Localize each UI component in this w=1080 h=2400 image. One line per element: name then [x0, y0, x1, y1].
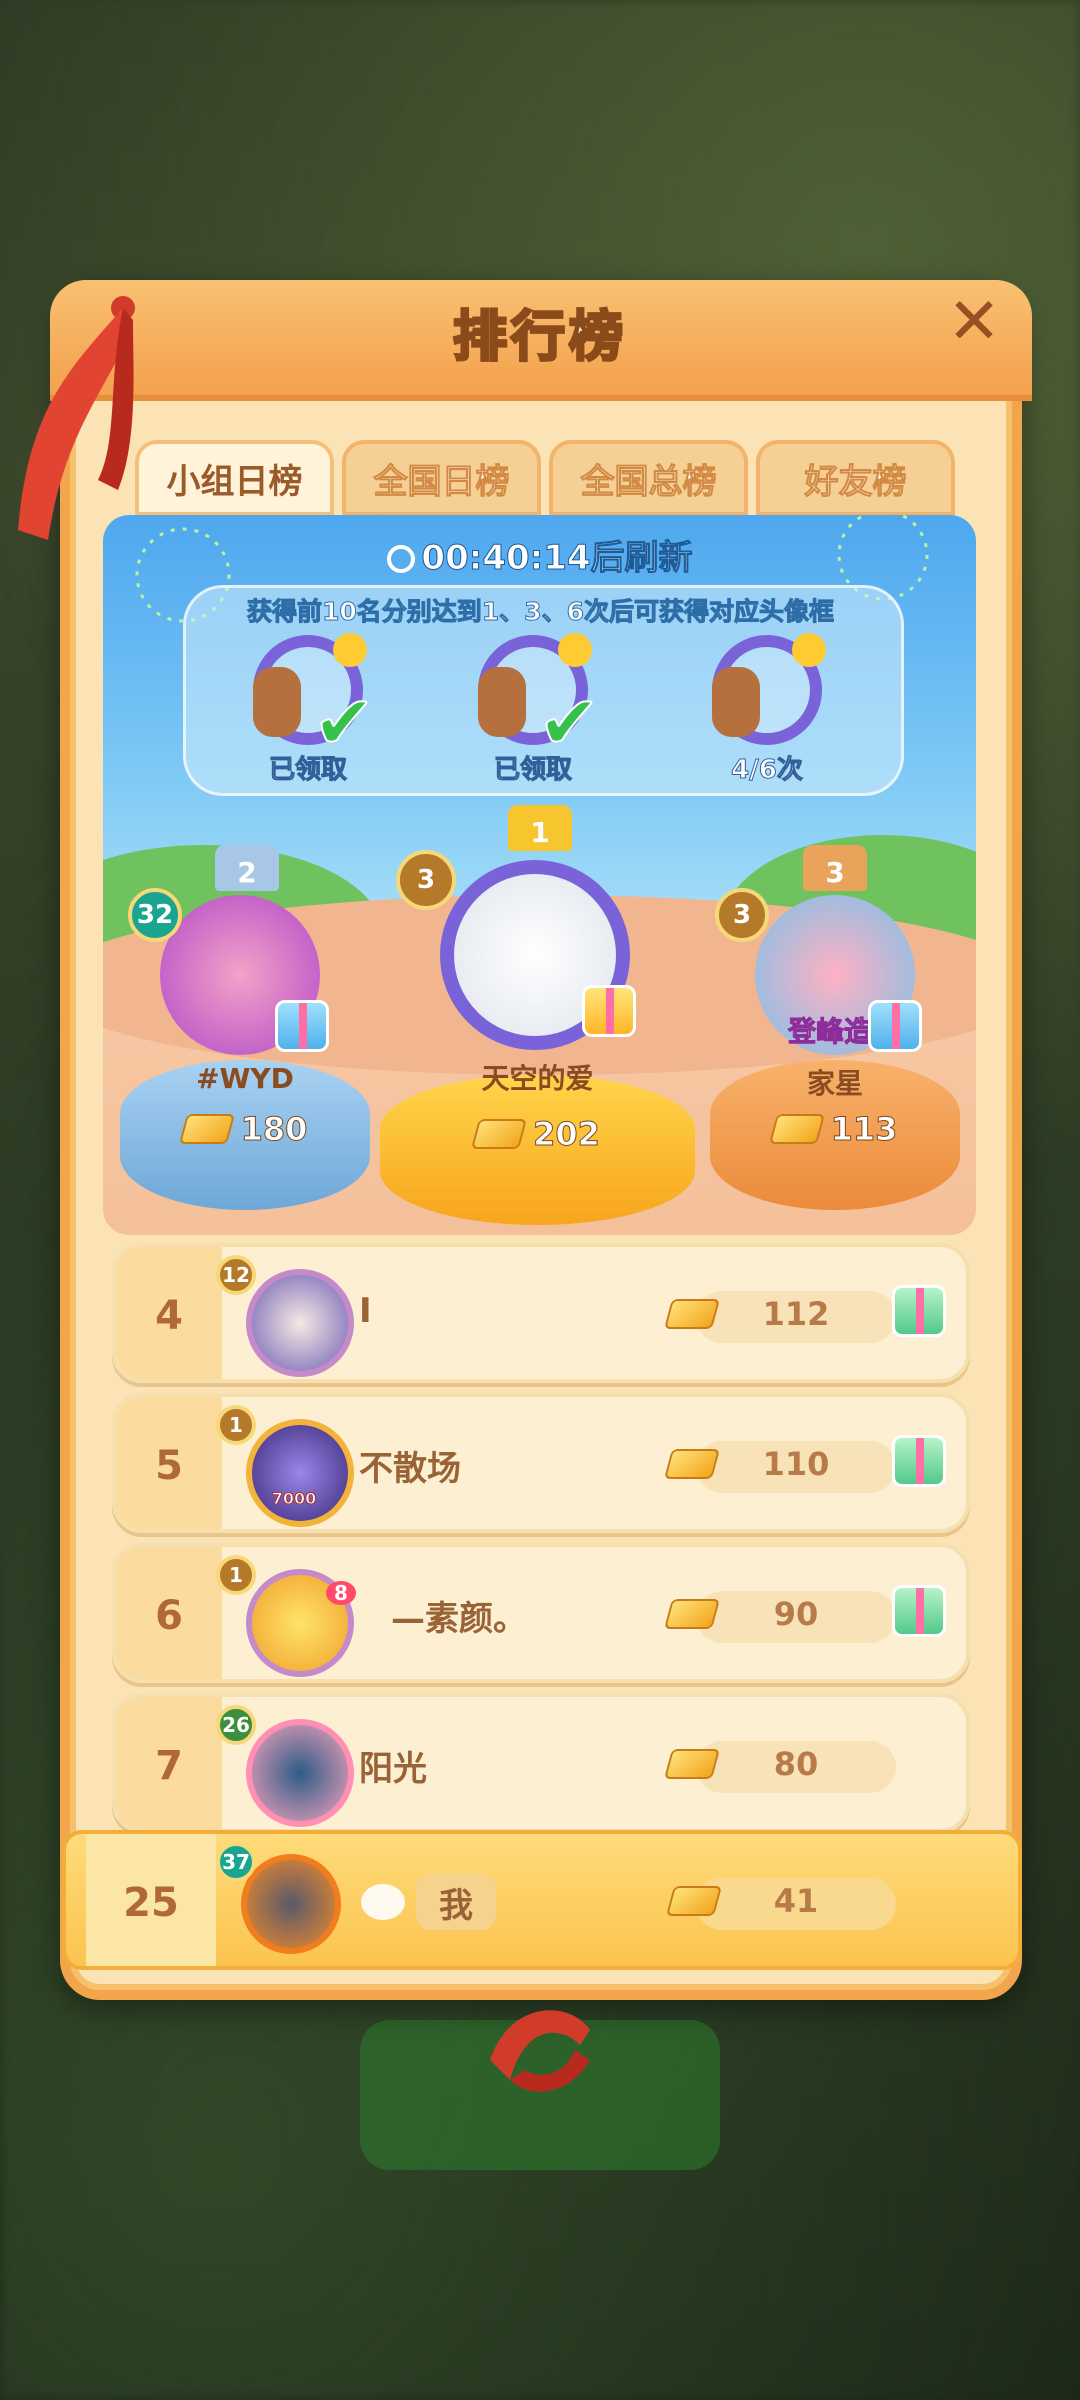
ribbon-knot-decoration: [490, 2010, 590, 2092]
gift-icon[interactable]: [868, 1000, 922, 1052]
rank-number: 25: [123, 1880, 179, 1926]
podium-score: 113: [710, 1110, 960, 1149]
frame-reward-2[interactable]: ✔ 已领取: [463, 633, 603, 786]
user-name: 我: [416, 1874, 496, 1930]
ranking-row[interactable]: 6 8 1 —素颜。 90: [112, 1543, 970, 1683]
podium-score: 180: [120, 1110, 370, 1149]
level-badge: 26: [216, 1705, 256, 1745]
ranking-row[interactable]: 7 26 阳光 80: [112, 1693, 970, 1833]
gift-icon[interactable]: [582, 985, 636, 1037]
rank-number: 4: [155, 1293, 183, 1339]
crown-icon: 3: [803, 845, 867, 891]
clock-icon: [387, 545, 416, 573]
rank-number: 6: [155, 1593, 183, 1639]
avatar: [246, 1269, 354, 1377]
user-name: 不散场: [359, 1449, 461, 1489]
score-value: 110: [762, 1445, 830, 1483]
level-badge: 1: [216, 1405, 256, 1445]
avatar-frame-label: 8: [326, 1581, 356, 1605]
podium-name: #WYD: [196, 1062, 294, 1095]
crown-icon: 2: [215, 845, 279, 891]
score-value: 41: [773, 1882, 819, 1920]
ranking-row[interactable]: 4 12 I 112: [112, 1243, 970, 1383]
score-value: 90: [773, 1595, 819, 1633]
rabbit-icon: [361, 1884, 405, 1920]
gift-icon[interactable]: [892, 1285, 946, 1337]
gold-bar-icon: [471, 1119, 528, 1149]
user-name: —素颜。: [391, 1599, 527, 1639]
score-value: 80: [773, 1745, 819, 1783]
level-badge: 12: [216, 1255, 256, 1295]
gold-bar-icon: [178, 1114, 235, 1144]
user-name: I: [359, 1291, 372, 1331]
level-badge: 3: [396, 850, 456, 910]
tab-friends[interactable]: 好友榜: [756, 440, 955, 516]
frame-rewards-description: 获得前10名分别达到1、3、6次后可获得对应头像框: [247, 597, 835, 627]
podium-name: 天空的爱: [481, 1062, 594, 1095]
level-badge: 37: [216, 1842, 256, 1882]
avatar: [241, 1854, 341, 1954]
crown-icon: 1: [508, 805, 572, 851]
level-badge: 1: [216, 1555, 256, 1595]
my-ranking-row[interactable]: 25 37 我 41: [62, 1830, 1022, 1970]
gift-icon[interactable]: [892, 1585, 946, 1637]
avatar: [246, 1419, 354, 1527]
frame-reward-3[interactable]: 4/6次: [697, 633, 837, 786]
podium-name: 家星: [806, 1067, 863, 1100]
level-badge: 32: [128, 888, 182, 942]
rank-number: 5: [155, 1443, 183, 1489]
tab-national-total[interactable]: 全国总榜: [549, 440, 748, 516]
page-title: 排行榜: [452, 304, 627, 370]
timer-text: 00:40:14后刷新: [421, 538, 693, 579]
check-icon: ✔: [537, 679, 601, 767]
leaderboard-tabs: 小组日榜 全国日榜 全国总榜 好友榜: [135, 440, 955, 516]
user-name: 阳光: [359, 1749, 427, 1789]
check-icon: ✔: [312, 679, 376, 767]
rank-number: 7: [155, 1743, 183, 1789]
avatar-frame-label: 7000: [271, 1489, 317, 1509]
gold-bar-icon: [768, 1114, 825, 1144]
refresh-timer: 00:40:14后刷新: [0, 530, 1080, 579]
frame-reward-progress: 4/6次: [731, 755, 804, 786]
frame-reward-1[interactable]: ✔ 已领取: [238, 633, 378, 786]
avatar: [246, 1719, 354, 1827]
close-button[interactable]: ✕: [944, 285, 1004, 359]
gift-icon[interactable]: [275, 1000, 329, 1052]
podium-score: 202: [380, 1115, 695, 1154]
ranking-row[interactable]: 5 7000 1 不散场 110: [112, 1393, 970, 1533]
avatar-frame-icon: [712, 633, 826, 745]
level-badge: 3: [715, 888, 769, 942]
tab-national-daily[interactable]: 全国日榜: [342, 440, 541, 516]
gift-icon[interactable]: [892, 1435, 946, 1487]
score-value: 112: [762, 1295, 830, 1333]
tab-group-daily[interactable]: 小组日榜: [135, 440, 334, 516]
